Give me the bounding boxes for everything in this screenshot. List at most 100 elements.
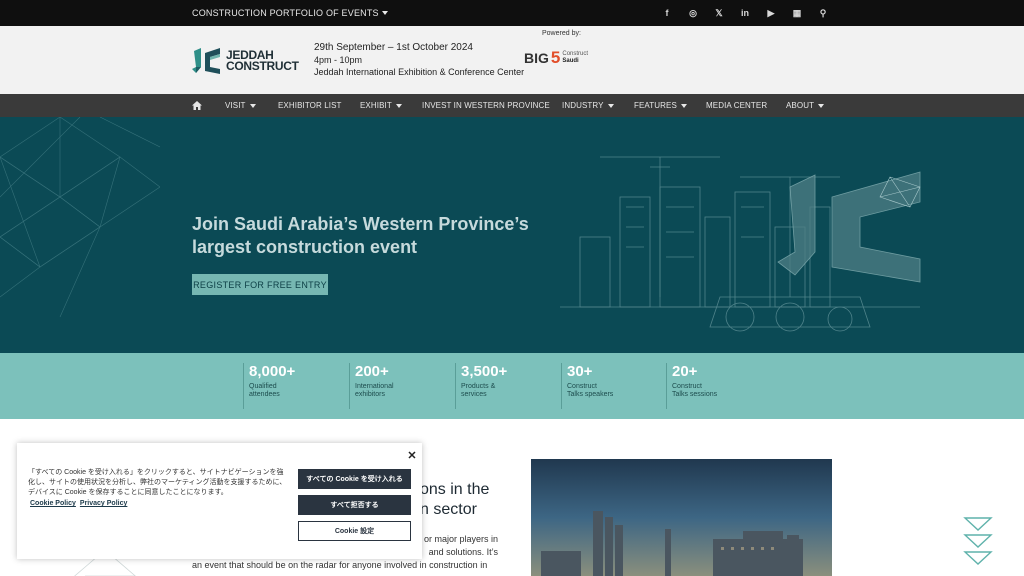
stat-label: Qualified attendees bbox=[249, 383, 295, 399]
chevron-down-icon bbox=[249, 103, 256, 108]
big5-line-1: Construct bbox=[562, 51, 589, 57]
stat-sessions: 20+ Construct Talks sessions bbox=[666, 363, 717, 409]
stat-label-line-1: Construct bbox=[567, 383, 597, 390]
stat-label-line-2: exhibitors bbox=[355, 391, 385, 398]
hero-title-line-1: Join Saudi Arabia’s Western Province’s bbox=[192, 214, 529, 234]
nav-features-label: FEATURES bbox=[634, 101, 677, 110]
logo-line-2: CONSTRUCT bbox=[226, 59, 299, 73]
reject-all-cookies-button[interactable]: すべて拒否する bbox=[298, 495, 411, 515]
big5-logo[interactable]: BIG 5 Construct Saudi bbox=[524, 48, 588, 68]
youtube-icon[interactable]: ▶ bbox=[764, 6, 778, 20]
x-icon[interactable]: 𝕏 bbox=[712, 6, 726, 20]
intro-heading-line-2: n sector bbox=[420, 501, 477, 518]
stat-label-line-1: Qualified bbox=[249, 383, 277, 390]
register-button[interactable]: REGISTER FOR FREE ENTRY bbox=[192, 274, 328, 295]
instagram-icon[interactable]: ◎ bbox=[686, 6, 700, 20]
search-icon[interactable]: ⚲ bbox=[816, 6, 830, 20]
cookie-settings-button[interactable]: Cookie 設定 bbox=[298, 521, 411, 541]
cookie-links: Cookie Policy Privacy Policy bbox=[30, 500, 127, 507]
hero-title: Join Saudi Arabia’s Western Province’s l… bbox=[192, 213, 552, 259]
home-icon bbox=[192, 101, 202, 110]
portfolio-label: CONSTRUCTION PORTFOLIO OF EVENTS bbox=[192, 8, 379, 18]
event-hours: 4pm - 10pm bbox=[314, 55, 363, 65]
hero-title-line-2: largest construction event bbox=[192, 237, 418, 257]
scroll-down-icon[interactable] bbox=[963, 516, 993, 568]
nav-exhibit-label: EXHIBIT bbox=[360, 101, 392, 110]
nav-about[interactable]: ABOUT bbox=[786, 94, 825, 117]
stat-speakers: 30+ Construct Talks speakers bbox=[561, 363, 613, 409]
jc-outline-graphic bbox=[777, 171, 921, 283]
city-photo-image bbox=[531, 459, 832, 576]
stats-bar: 8,000+ Qualified attendees 200+ Internati… bbox=[0, 353, 1024, 419]
nav-exhibitor-list-label: EXHIBITOR LIST bbox=[278, 101, 342, 110]
stat-label-line-1: Products & bbox=[461, 383, 496, 390]
geometric-pattern bbox=[0, 117, 160, 318]
stat-products: 3,500+ Products & services bbox=[455, 363, 507, 409]
linkedin-icon[interactable]: in bbox=[738, 6, 752, 20]
nav-exhibitor-list[interactable]: EXHIBITOR LIST bbox=[278, 94, 342, 117]
stat-label-line-1: International bbox=[355, 383, 394, 390]
stat-exhibitors: 200+ International exhibitors bbox=[349, 363, 394, 409]
nav-invest[interactable]: INVEST IN WESTERN PROVINCE bbox=[422, 94, 550, 117]
site-header: JEDDAH CONSTRUCT 29th September – 1st Oc… bbox=[0, 26, 1024, 94]
portfolio-dropdown[interactable]: CONSTRUCTION PORTFOLIO OF EVENTS bbox=[192, 8, 388, 18]
nav-features[interactable]: FEATURES bbox=[634, 94, 687, 117]
top-bar: CONSTRUCTION PORTFOLIO OF EVENTS f ◎ 𝕏 i… bbox=[0, 0, 1024, 26]
chevron-down-icon bbox=[680, 103, 687, 108]
cookie-consent-banner: ✕ 「すべての Cookie を受け入れる」をクリックすると、サイトナビゲーショ… bbox=[17, 443, 422, 559]
hero-banner: Join Saudi Arabia’s Western Province’s l… bbox=[0, 117, 1024, 353]
nav-visit-label: VISIT bbox=[225, 101, 246, 110]
intro-heading-line-1: ons in the bbox=[420, 481, 490, 498]
logo-text: JEDDAH CONSTRUCT bbox=[226, 49, 299, 73]
jc-logo-icon bbox=[192, 48, 220, 74]
accept-all-cookies-button[interactable]: すべての Cookie を受け入れる bbox=[298, 469, 411, 489]
nav-visit[interactable]: VISIT bbox=[225, 94, 256, 117]
stat-label-line-2: Talks speakers bbox=[567, 391, 614, 398]
close-icon[interactable]: ✕ bbox=[405, 448, 419, 462]
big5-line-2: Saudi bbox=[562, 58, 579, 64]
event-dates: 29th September – 1st October 2024 bbox=[314, 42, 473, 53]
event-venue: Jeddah International Exhibition & Confer… bbox=[314, 67, 525, 77]
nav-industry[interactable]: INDUSTRY bbox=[562, 94, 614, 117]
main-nav: VISIT EXHIBITOR LIST EXHIBIT INVEST IN W… bbox=[0, 94, 1024, 117]
stat-label-line-2: Talks sessions bbox=[672, 391, 718, 398]
event-info: 29th September – 1st October 2024 4pm - … bbox=[314, 42, 524, 78]
stat-number: 20+ bbox=[672, 363, 698, 380]
stat-label: Construct Talks speakers bbox=[567, 383, 613, 399]
stat-label: International exhibitors bbox=[355, 383, 394, 399]
big5-five: 5 bbox=[550, 48, 561, 67]
cookie-policy-link[interactable]: Cookie Policy bbox=[30, 500, 76, 507]
nav-about-label: ABOUT bbox=[786, 101, 815, 110]
nav-media-center[interactable]: MEDIA CENTER bbox=[706, 94, 767, 117]
chevron-down-icon bbox=[607, 103, 614, 108]
stat-label-line-2: attendees bbox=[249, 391, 280, 398]
jeddah-construct-logo[interactable]: JEDDAH CONSTRUCT bbox=[192, 46, 302, 76]
nav-home[interactable] bbox=[192, 94, 202, 117]
stat-number: 30+ bbox=[567, 363, 593, 380]
nav-media-center-label: MEDIA CENTER bbox=[706, 101, 768, 110]
nav-industry-label: INDUSTRY bbox=[562, 101, 604, 110]
big5-big: BIG bbox=[524, 50, 549, 66]
chevron-down-icon bbox=[818, 103, 825, 108]
big5-subtitle: Construct Saudi bbox=[562, 51, 588, 65]
stat-label: Construct Talks sessions bbox=[672, 383, 717, 399]
stat-number: 3,500+ bbox=[461, 363, 508, 380]
stat-attendees: 8,000+ Qualified attendees bbox=[243, 363, 295, 409]
powered-by-label: Powered by: bbox=[542, 30, 581, 37]
chevron-down-icon bbox=[381, 11, 388, 15]
city-photo bbox=[531, 459, 832, 576]
stat-label-line-1: Construct bbox=[672, 383, 702, 390]
stat-label: Products & services bbox=[461, 383, 507, 399]
stat-number: 8,000+ bbox=[249, 363, 296, 380]
calendar-icon[interactable]: ▦ bbox=[790, 6, 804, 20]
facebook-icon[interactable]: f bbox=[660, 6, 674, 20]
stat-label-line-2: services bbox=[461, 391, 487, 398]
stat-number: 200+ bbox=[355, 363, 389, 380]
privacy-policy-link[interactable]: Privacy Policy bbox=[80, 500, 127, 507]
cookie-text: 「すべての Cookie を受け入れる」をクリックすると、サイトナビゲーションを… bbox=[28, 469, 287, 496]
social-links: f ◎ 𝕏 in ▶ ▦ ⚲ bbox=[660, 6, 830, 20]
nav-invest-label: INVEST IN WESTERN PROVINCE bbox=[422, 101, 550, 110]
nav-exhibit[interactable]: EXHIBIT bbox=[360, 94, 402, 117]
chevron-down-icon bbox=[395, 103, 402, 108]
intro-heading: ons in the n sector bbox=[420, 480, 489, 520]
